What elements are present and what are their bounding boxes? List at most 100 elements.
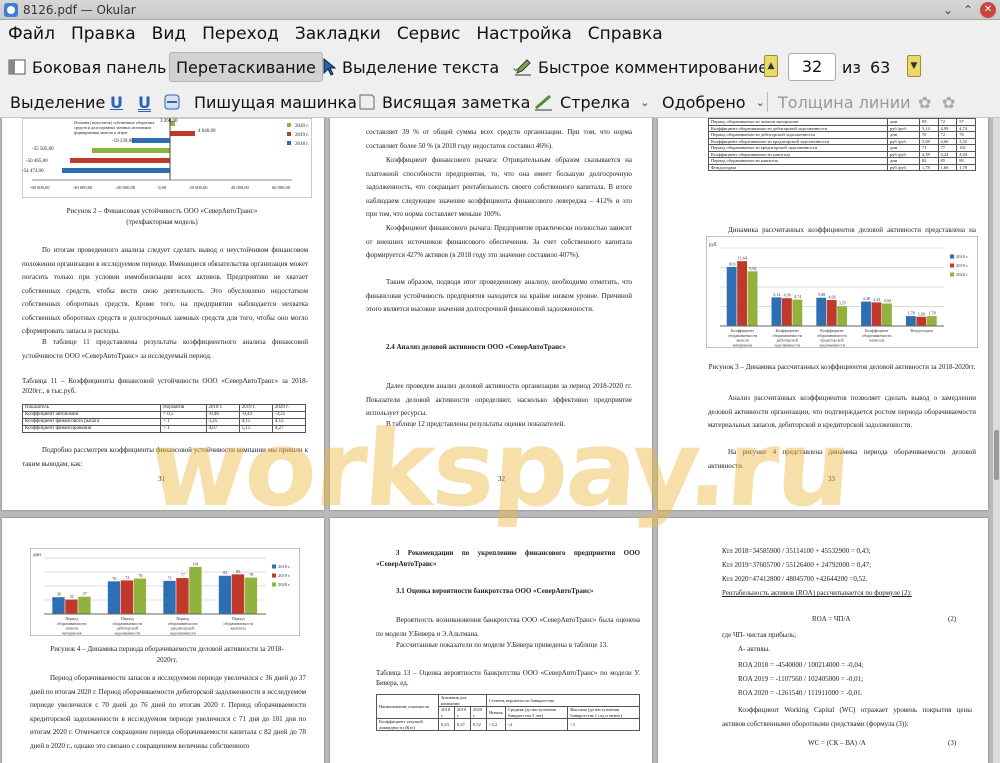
paragraph: Рассчитанные показатели по модели У.Биве…: [396, 641, 609, 649]
legend-swatch: [950, 263, 954, 268]
menu-bookmarks[interactable]: Закладки: [295, 24, 381, 44]
table-cell: 2020 г.: [271, 404, 307, 412]
underline-icon[interactable]: U: [110, 87, 123, 117]
chevron-down-icon[interactable]: ⌄: [640, 96, 649, 109]
x-tick: 40 000,00: [230, 185, 249, 190]
menu-help[interactable]: Справка: [588, 24, 663, 44]
bar: [747, 271, 758, 326]
data-label: 70: [112, 576, 116, 581]
next-page-button[interactable]: ▼: [907, 55, 921, 77]
sidebar-toggle-button[interactable]: Боковая панель: [8, 52, 166, 82]
table-13: Наименование показателя Значения для комп…: [375, 694, 641, 731]
chart-value: -54 474,00: [22, 169, 44, 174]
chapter-heading: 3 Рекомендации по укреплению финансового…: [376, 549, 640, 568]
quick-comment-button[interactable]: Быстрое комментирование: [514, 52, 768, 82]
bar: [771, 297, 782, 326]
scrollbar-thumb[interactable]: [994, 430, 999, 480]
sticky-note-tool[interactable]: Висящая заметка: [358, 87, 530, 117]
drag-mode-button[interactable]: Перетаскивание: [169, 52, 323, 82]
sidebar-toggle-label: Боковая панель: [32, 57, 167, 77]
legend-item: 2018 г.: [956, 254, 969, 259]
minimize-icon[interactable]: ⌄: [940, 2, 956, 18]
window-titlebar: 8126.pdf — Okular ⌄ ⌃ ✕: [0, 0, 1000, 20]
table-cell: <3,2: [485, 718, 506, 731]
chevron-down-icon[interactable]: ⌄: [756, 96, 765, 109]
menu-bar: Файл Правка Вид Переход Закладки Сервис …: [0, 20, 1000, 48]
bar: [65, 599, 78, 614]
arrow-tool[interactable]: Стрелка ⌄: [534, 87, 649, 117]
stamp-label: Одобрено: [662, 92, 746, 112]
line-width-label: Толщина линии: [778, 92, 911, 112]
table-cell: 4,07: [205, 425, 240, 433]
y-axis-label: дни: [33, 553, 41, 558]
strikeout-icon[interactable]: [164, 87, 180, 117]
menu-file[interactable]: Файл: [8, 24, 55, 44]
table-head-cell: 2020 г.: [469, 706, 487, 719]
table-cell: 5,15: [238, 425, 273, 433]
menu-go[interactable]: Переход: [202, 24, 279, 44]
y-axis-label: руб.: [709, 243, 718, 248]
line-width-tool[interactable]: Толщина линии: [767, 87, 911, 117]
legend-item: 2019 г.: [278, 573, 291, 578]
formula-line: ROA 2018 = -4540000 / 100214000 = -0,04;: [738, 661, 864, 669]
formula: WC = (СК – ВА) /А: [808, 739, 866, 747]
menu-settings[interactable]: Настройка: [476, 24, 571, 44]
font-palette-icon[interactable]: ✿: [942, 87, 955, 117]
chart-x-axis: -60 000,00 -40 000,00 -20 000,00 0,00 20…: [30, 182, 290, 193]
table-cell: 2019 г.: [238, 404, 273, 412]
bar: [107, 581, 121, 614]
data-label: 82: [223, 570, 227, 575]
document-view[interactable]: 3 260,00 4 646,00 -19 339,00 -35 505,00 …: [0, 118, 993, 763]
table-cell: Фондоотдача: [707, 163, 889, 171]
page-of-label: из: [842, 57, 861, 77]
formula-line: ROA 2019 = -1107560 / 102405000 = -0,01;: [738, 675, 864, 683]
figure-caption: Рисунок 4 – Динамика периода оборачиваем…: [50, 645, 284, 664]
drag-mode-label: Перетаскивание: [176, 57, 316, 77]
legend-swatch: [950, 272, 954, 277]
typewriter-tool[interactable]: Пишущая машинка: [194, 87, 357, 117]
highlight-tool[interactable]: Выделение: [10, 87, 105, 117]
turnover-period-chart: дни36 3137Период оборачиваемости запасов мат…: [30, 548, 300, 636]
maximize-icon[interactable]: ⌃: [960, 2, 976, 18]
table-cell: 4,27: [271, 425, 307, 433]
x-tick: 20 000,00: [189, 185, 208, 190]
activity-ratios-chart: руб.10,611,649,82Коэффициент оборачиваемо…: [706, 236, 978, 348]
table-head-cell: 2018 г.: [438, 706, 456, 719]
bar: [737, 261, 748, 326]
table-row: Фондоотдача руб./руб. 1,78 1,66 1,78: [707, 163, 976, 171]
paragraph: Вероятность возникновения банкротства ОО…: [376, 616, 640, 638]
chart-value: -35 505,00: [32, 147, 54, 152]
data-label: 71: [168, 575, 172, 580]
squiggle-underline-icon[interactable]: U: [138, 87, 151, 117]
bar: [52, 597, 65, 614]
menu-view[interactable]: Вид: [152, 24, 186, 44]
table-row: Показатель Норматив 2018 г. 2019 г. 2020 г.: [21, 404, 307, 412]
table-cell: -3,25: [271, 411, 307, 419]
sticky-note-label: Висящая заметка: [382, 92, 531, 112]
table-11: Показатель Норматив 2018 г. 2019 г. 2020 г. К…: [21, 404, 307, 433]
page-35: 3 Рекомендации по укреплению финансового…: [330, 518, 652, 763]
page-number-input[interactable]: 32: [788, 53, 836, 81]
color-palette-icon[interactable]: ✿: [918, 87, 931, 117]
bar: [926, 316, 937, 326]
bar: [816, 297, 827, 326]
formula: ROA = ЧП/А: [812, 615, 851, 623]
x-tick: -40 000,00: [72, 185, 93, 190]
stamp-tool[interactable]: Одобрено ⌄: [662, 87, 765, 117]
data-label: 36: [57, 592, 61, 597]
data-label: 77: [181, 573, 185, 578]
table-cell: Коэффициент текущей ликвидности (Ктл): [375, 718, 440, 731]
vertical-scrollbar[interactable]: [993, 118, 1000, 763]
bar: [781, 298, 792, 326]
close-icon[interactable]: ✕: [980, 2, 996, 18]
table-cell: Норматив: [160, 404, 207, 412]
legend-item: 2018 г.: [278, 564, 291, 569]
text-select-button[interactable]: Выделение текста ⌄: [322, 52, 520, 82]
toolbar-separator: [767, 92, 768, 112]
table-title: Таблица 11 – Коэффициенты финансовой уст…: [22, 377, 308, 395]
cursor-arrow-icon: [323, 58, 336, 76]
previous-page-button[interactable]: ▲: [764, 55, 778, 77]
window-controls: ⌄ ⌃ ✕: [940, 2, 996, 18]
menu-edit[interactable]: Правка: [71, 24, 136, 44]
menu-tools[interactable]: Сервис: [397, 24, 461, 44]
